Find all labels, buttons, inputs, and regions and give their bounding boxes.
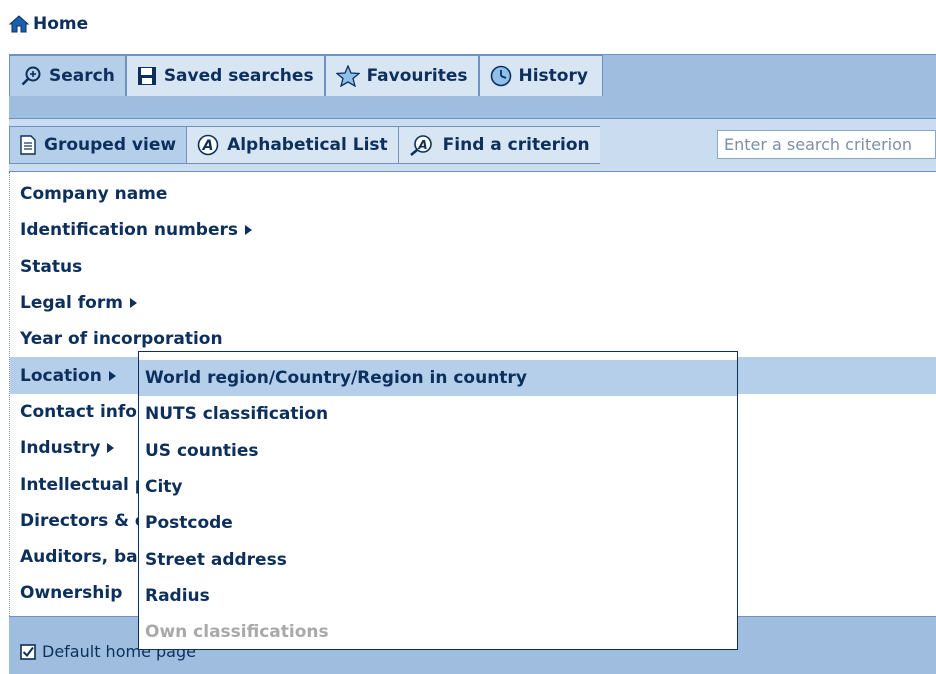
find-criterion-label: Find a criterion	[442, 135, 590, 155]
submenu-city[interactable]: City	[139, 469, 737, 505]
criterion-label: Location	[20, 365, 102, 386]
submenu-postcode[interactable]: Postcode	[139, 505, 737, 541]
submenu-world-region[interactable]: World region/Country/Region in country	[139, 360, 737, 397]
find-criterion: A Find a criterion	[398, 126, 600, 164]
submenu-label: NUTS classification	[145, 404, 329, 425]
main-tabs: Search Saved searches Favourites History	[9, 55, 603, 96]
checkbox-checked-icon[interactable]	[20, 643, 36, 660]
tab-history[interactable]: History	[478, 55, 603, 96]
star-icon	[335, 65, 360, 87]
tab-favourites-label: Favourites	[366, 66, 468, 86]
submenu-label: Own classifications	[145, 622, 329, 643]
submenu-label: Postcode	[145, 513, 233, 534]
expand-arrow-icon	[108, 370, 116, 381]
tab-grouped-view[interactable]: Grouped view	[9, 126, 188, 164]
criterion-label: Company name	[20, 184, 168, 205]
submenu-label: City	[145, 477, 183, 498]
criterion-label: Year of incorporation	[20, 329, 223, 350]
location-submenu: World region/Country/Region in country N…	[138, 351, 738, 650]
submenu-us-counties[interactable]: US counties	[139, 433, 737, 469]
criterion-status[interactable]: Status	[10, 249, 936, 285]
house-icon	[9, 15, 29, 33]
find-alphabet-icon: A	[409, 135, 432, 156]
criterion-company-name[interactable]: Company name	[10, 176, 936, 212]
tab-alphabetical-list[interactable]: A Alphabetical List	[187, 126, 399, 164]
criterion-identification-numbers[interactable]: Identification numbers	[10, 212, 936, 248]
svg-text:A: A	[202, 138, 214, 154]
tab-alphabetical-list-label: Alphabetical List	[227, 135, 388, 155]
tab-history-label: History	[518, 66, 588, 86]
svg-text:A: A	[417, 138, 427, 152]
alphabet-icon: A	[197, 134, 219, 156]
clock-icon	[490, 65, 511, 87]
expand-arrow-icon	[129, 298, 137, 309]
tab-saved-searches[interactable]: Saved searches	[125, 55, 325, 96]
submenu-label: World region/Country/Region in country	[145, 368, 527, 389]
home-label: Home	[33, 14, 89, 34]
criterion-label: Status	[20, 256, 83, 277]
criterion-legal-form[interactable]: Legal form	[10, 285, 936, 321]
expand-arrow-icon	[107, 443, 115, 454]
criterion-label: Identification numbers	[20, 220, 239, 241]
view-tabs: Grouped view A Alphabetical List A Find …	[9, 126, 600, 164]
tab-search-label: Search	[49, 66, 115, 86]
criterion-label: Industry	[20, 438, 101, 459]
submenu-street-address[interactable]: Street address	[139, 541, 737, 577]
submenu-own-classifications: Own classifications	[139, 614, 737, 650]
submenu-label: Street address	[145, 549, 287, 570]
submenu-label: Radius	[145, 585, 210, 606]
tab-grouped-view-label: Grouped view	[44, 135, 177, 155]
submenu-list: World region/Country/Region in country N…	[139, 360, 737, 650]
submenu-radius[interactable]: Radius	[139, 578, 737, 614]
submenu-nuts-classification[interactable]: NUTS classification	[139, 396, 737, 432]
criterion-search-input[interactable]	[717, 130, 936, 159]
expand-arrow-icon	[245, 225, 253, 236]
tab-search[interactable]: Search	[9, 55, 126, 96]
search-icon	[21, 66, 41, 86]
criterion-label: Legal form	[20, 293, 123, 314]
criterion-label: Ownership	[20, 583, 123, 604]
home-link[interactable]: Home	[9, 14, 88, 34]
tab-saved-searches-label: Saved searches	[163, 66, 314, 86]
document-icon	[20, 135, 36, 155]
tab-favourites[interactable]: Favourites	[324, 55, 479, 96]
floppy-disk-icon	[137, 67, 156, 85]
submenu-label: US counties	[145, 440, 259, 461]
